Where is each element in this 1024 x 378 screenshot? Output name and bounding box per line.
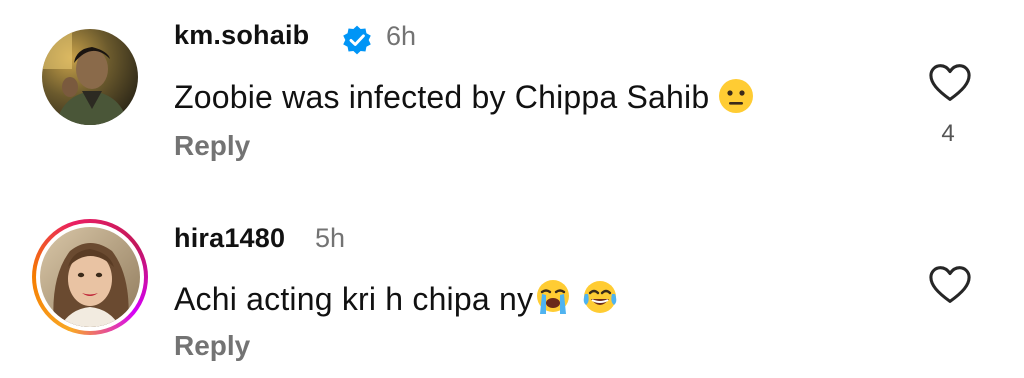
comment-text: Achi acting kri h chipa ny [174,278,619,324]
comment-body: Achi acting kri h chipa ny [174,281,534,317]
like-count: 4 [941,120,955,147]
loudly-crying-face-icon [533,278,573,324]
neutral-face-icon [718,78,754,122]
username[interactable]: km.sohaib [174,20,309,51]
reply-button[interactable]: Reply [174,130,250,162]
avatar[interactable] [40,227,140,327]
comment-text: Zoobie was infected by Chippa Sahib [174,78,754,122]
story-ring[interactable] [32,219,148,335]
avatar[interactable] [42,29,138,125]
avatar-photo [42,29,138,125]
reply-button[interactable]: Reply [174,330,250,362]
face-with-tears-of-joy-icon [581,278,619,324]
comment-item: hira1480 5h Achi acting kri h chipa ny R… [0,190,1024,378]
comment-body: Zoobie was infected by Chippa Sahib [174,79,710,115]
like-heart-icon[interactable] [928,63,972,103]
verified-badge-icon [343,25,371,55]
comment-item: km.sohaib 6h Zoobie was infected by Chip… [0,0,1024,190]
like-heart-icon[interactable] [928,265,972,305]
avatar-photo [40,227,140,327]
comment-timestamp: 6h [386,21,417,51]
username[interactable]: hira1480 [174,223,285,254]
comment-timestamp: 5h [315,223,346,253]
